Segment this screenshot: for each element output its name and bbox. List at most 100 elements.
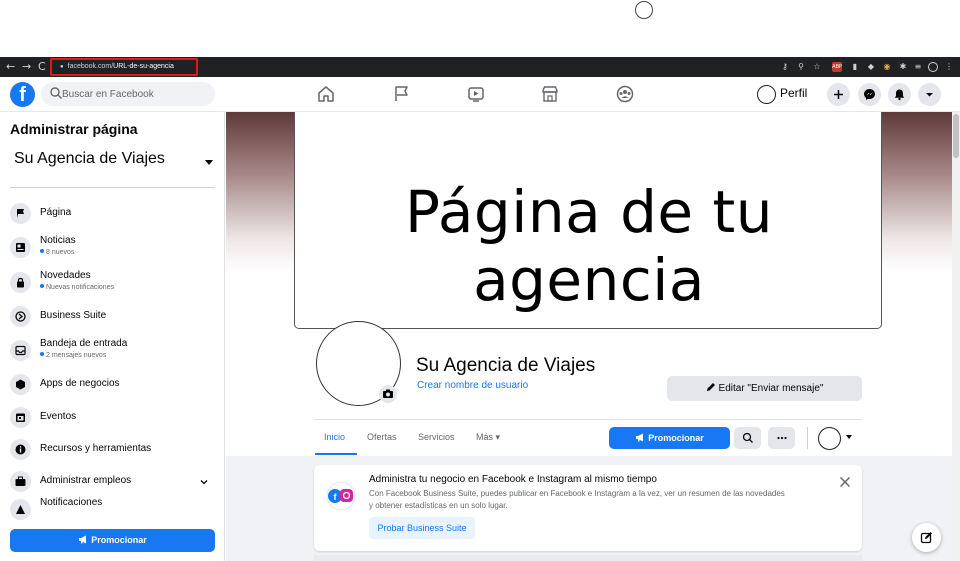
cover-photo[interactable]: Página de tu agencia bbox=[294, 112, 882, 329]
create-username-link[interactable]: Crear nombre de usuario bbox=[417, 380, 528, 391]
sidebar-item-label: Bandeja de entrada bbox=[40, 338, 128, 349]
address-bar[interactable]: ● facebook.com/URL-de-su-agencia bbox=[50, 58, 198, 76]
info-icon bbox=[10, 439, 31, 460]
video-icon[interactable] bbox=[466, 84, 486, 104]
sidebar-item-recursos[interactable]: Recursos y herramientas bbox=[10, 437, 215, 465]
page-scrollbar[interactable] bbox=[952, 112, 960, 561]
sidebar-item-label: Página bbox=[40, 207, 72, 218]
create-button[interactable] bbox=[827, 83, 850, 106]
next-card-edge bbox=[314, 555, 862, 561]
sidebar-item-empleos[interactable]: Administrar empleos bbox=[10, 469, 215, 497]
browser-menu-icon[interactable]: ⋮ bbox=[944, 62, 954, 72]
page-selector-caret-icon[interactable] bbox=[205, 160, 213, 165]
briefcase-icon bbox=[10, 471, 31, 492]
profile-label[interactable]: Perfil bbox=[780, 86, 807, 100]
notification-icon bbox=[10, 499, 31, 520]
puzzle-icon[interactable]: ◆ bbox=[866, 62, 876, 72]
sidebar-item-bandeja[interactable]: Bandeja de entrada 2 mensajes nuevos bbox=[10, 338, 215, 366]
plus-icon bbox=[834, 90, 843, 99]
sidebar-item-label: Recursos y herramientas bbox=[40, 443, 152, 454]
sidebar-item-eventos[interactable]: Eventos bbox=[10, 405, 215, 433]
search-icon bbox=[742, 432, 753, 443]
sidebar-item-notificaciones[interactable]: Notificaciones bbox=[10, 497, 215, 525]
page-name: Su Agencia de Viajes bbox=[416, 355, 596, 376]
zoom-icon[interactable]: ⚲ bbox=[796, 62, 806, 72]
sidebar-item-novedades[interactable]: Novedades Nuevas notificaciones bbox=[10, 270, 215, 298]
messenger-button[interactable] bbox=[858, 83, 881, 106]
sidebar-title: Administrar página bbox=[10, 121, 138, 137]
tab-ofertas[interactable]: Ofertas bbox=[367, 432, 397, 442]
pin-icon[interactable]: ✱ bbox=[898, 62, 908, 72]
cover-text: Página de tu agencia bbox=[404, 178, 774, 314]
megaphone-icon bbox=[636, 433, 644, 442]
business-suite-icon bbox=[10, 306, 31, 327]
instagram-icon bbox=[340, 489, 353, 502]
sidebar-item-sublabel: Nuevas notificaciones bbox=[40, 284, 114, 291]
sidebar-promote-button[interactable]: Promocionar bbox=[10, 529, 215, 552]
sidebar-item-apps-negocios[interactable]: Apps de negocios bbox=[10, 372, 215, 400]
tab-mas[interactable]: Más ▾ bbox=[476, 432, 500, 443]
new-message-button[interactable] bbox=[912, 523, 941, 552]
facebook-instagram-logo: f bbox=[323, 481, 359, 511]
messenger-icon bbox=[864, 89, 875, 100]
try-business-suite-button[interactable]: Probar Business Suite bbox=[369, 517, 475, 539]
sidebar-item-label: Administrar empleos bbox=[40, 475, 132, 486]
extension-icon[interactable]: ▮ bbox=[850, 62, 860, 72]
groups-icon[interactable] bbox=[615, 84, 635, 104]
lock-icon bbox=[10, 272, 31, 293]
forward-icon[interactable]: → bbox=[22, 60, 31, 74]
page-search-button[interactable] bbox=[734, 427, 761, 449]
edit-send-message-button[interactable]: Editar "Enviar mensaje" bbox=[667, 376, 862, 401]
facebook-top-nav: f Perfil bbox=[0, 77, 960, 112]
sidebar-item-noticias[interactable]: Noticias 8 nuevos bbox=[10, 235, 215, 263]
active-tab-indicator bbox=[315, 453, 357, 455]
flag-icon[interactable] bbox=[392, 84, 412, 104]
sidebar-item-sublabel: 8 nuevos bbox=[40, 249, 74, 256]
key-icon[interactable]: ⚷ bbox=[780, 62, 790, 72]
ellipsis-icon bbox=[777, 436, 787, 440]
flag-icon bbox=[10, 203, 31, 224]
promote-button[interactable]: Promocionar bbox=[609, 427, 730, 449]
business-suite-description: Con Facebook Business Suite, puedes publ… bbox=[369, 489, 785, 510]
sidebar-item-pagina[interactable]: Página bbox=[10, 201, 215, 229]
chevron-down-icon[interactable] bbox=[199, 477, 209, 487]
pencil-icon bbox=[706, 383, 715, 391]
sidebar-divider bbox=[10, 187, 215, 188]
back-icon[interactable]: ← bbox=[6, 60, 15, 74]
business-suite-title: Administra tu negocio en Facebook e Inst… bbox=[369, 474, 657, 485]
caret-down-icon bbox=[926, 93, 933, 97]
bell-icon bbox=[894, 89, 905, 101]
color-extension-icon[interactable]: ◉ bbox=[882, 62, 892, 72]
sidebar-item-business-suite[interactable]: Business Suite bbox=[10, 304, 215, 332]
lock-icon: ● bbox=[60, 64, 64, 70]
sidebar-item-sublabel: 2 mensajes nuevos bbox=[40, 352, 106, 359]
more-options-button[interactable] bbox=[768, 427, 795, 449]
home-icon[interactable] bbox=[316, 84, 336, 104]
profile-avatar-icon[interactable] bbox=[928, 62, 938, 72]
caret-down-icon: ▾ bbox=[495, 432, 501, 442]
close-icon[interactable] bbox=[838, 475, 852, 489]
switch-profile-avatar[interactable] bbox=[818, 427, 841, 450]
search-box[interactable] bbox=[41, 82, 215, 106]
megaphone-icon bbox=[79, 535, 87, 544]
playlist-icon[interactable]: ≡ bbox=[913, 62, 923, 72]
change-photo-button[interactable] bbox=[379, 385, 397, 403]
scrollbar-thumb[interactable] bbox=[953, 114, 959, 158]
account-menu-button[interactable] bbox=[918, 83, 941, 106]
caret-down-icon[interactable] bbox=[846, 435, 852, 439]
profile-avatar[interactable] bbox=[757, 85, 776, 104]
top-blank-area bbox=[0, 0, 960, 57]
sidebar-item-label: Noticias bbox=[40, 235, 76, 246]
notifications-button[interactable] bbox=[888, 83, 911, 106]
search-input[interactable] bbox=[62, 85, 207, 103]
reload-icon[interactable]: C bbox=[38, 60, 46, 74]
page-selector[interactable]: Su Agencia de Viajes bbox=[14, 150, 165, 168]
marketplace-icon[interactable] bbox=[540, 84, 560, 104]
adblock-icon[interactable]: ABP bbox=[832, 62, 842, 72]
tab-inicio[interactable]: Inicio bbox=[324, 432, 345, 442]
star-icon[interactable]: ☆ bbox=[812, 62, 822, 72]
tab-servicios[interactable]: Servicios bbox=[418, 432, 455, 442]
search-icon bbox=[50, 87, 62, 99]
page-main-area: Página de tu agencia Su Agencia de Viaje… bbox=[226, 112, 952, 561]
facebook-logo-icon[interactable]: f bbox=[10, 82, 35, 107]
